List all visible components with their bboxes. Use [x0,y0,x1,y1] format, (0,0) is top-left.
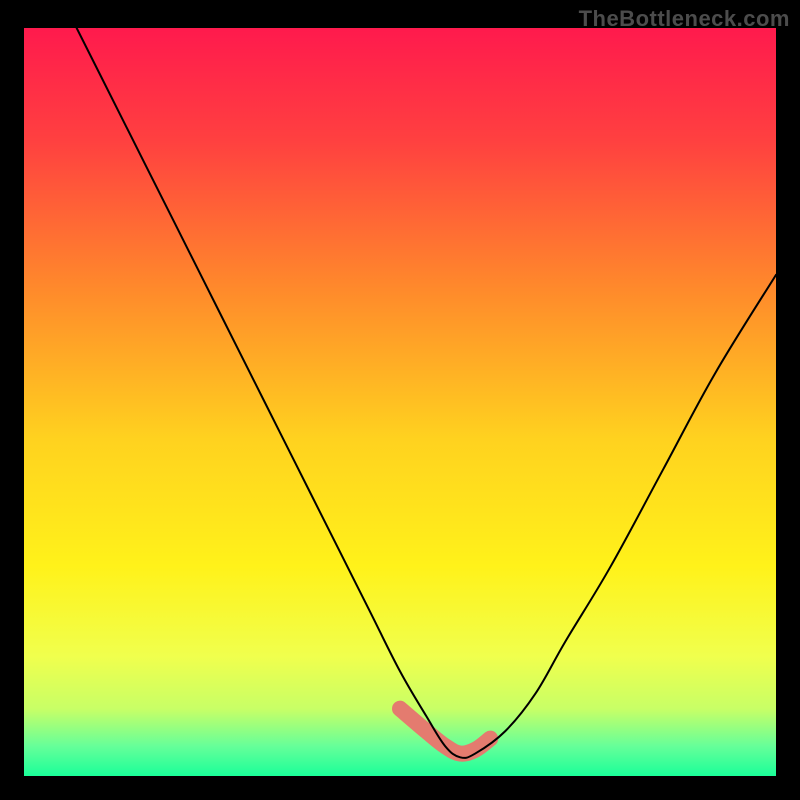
gradient-background [24,28,776,776]
attribution-label: TheBottleneck.com [579,6,790,32]
chart-frame: TheBottleneck.com [0,0,800,800]
bottleneck-chart [24,28,776,776]
plot-area [24,28,776,776]
